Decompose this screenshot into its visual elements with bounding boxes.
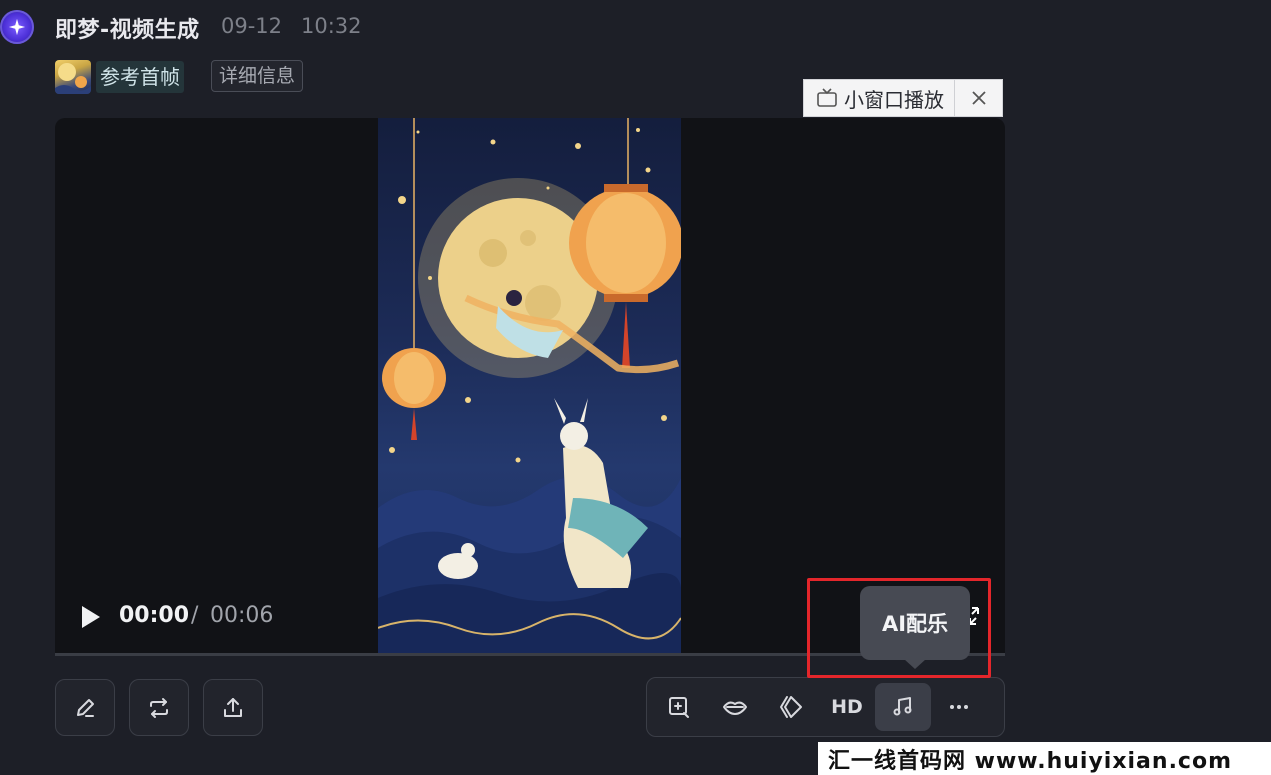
- app-name: 即梦-视频生成: [55, 18, 200, 43]
- mini-window-play[interactable]: 小窗口播放: [803, 79, 1003, 117]
- regenerate-button[interactable]: [129, 679, 189, 736]
- current-time: 00:00: [119, 603, 190, 628]
- sparkle-icon: [8, 18, 26, 36]
- add-frame-icon: [669, 697, 689, 718]
- edit-button[interactable]: [55, 679, 115, 736]
- detail-info-button[interactable]: 详细信息: [211, 60, 304, 92]
- video-poster: [378, 118, 681, 655]
- more-icon: [950, 705, 968, 709]
- play-icon[interactable]: [80, 604, 102, 630]
- add-frame-button[interactable]: [651, 683, 707, 731]
- lips-icon: [723, 701, 747, 715]
- hd-upscale-button[interactable]: HD: [819, 683, 875, 731]
- frame-interpolation-button[interactable]: [763, 683, 819, 731]
- reference-thumbnail[interactable]: [55, 60, 91, 94]
- pen-icon: [77, 698, 94, 717]
- time-separator: /: [191, 603, 199, 628]
- repeat-icon: [150, 697, 168, 718]
- close-icon: [971, 91, 986, 105]
- video-player[interactable]: [55, 118, 1005, 655]
- music-note-icon: [893, 697, 912, 716]
- mini-window-play-label: 小窗口播放: [844, 87, 944, 112]
- ai-music-button[interactable]: [875, 683, 931, 731]
- highlight-annotation: [807, 578, 991, 678]
- mini-window-play-button[interactable]: 小窗口播放: [804, 80, 955, 116]
- mini-window-close-button[interactable]: [955, 80, 1002, 116]
- diamond-icon: [780, 696, 802, 718]
- message-time: 10:32: [301, 14, 362, 38]
- hd-label: HD: [831, 696, 863, 718]
- more-button[interactable]: [931, 683, 987, 731]
- upload-icon: [224, 697, 242, 717]
- video-tools-group: HD: [646, 677, 1005, 737]
- reference-frame-label[interactable]: 参考首帧: [96, 61, 184, 93]
- tv-icon: [817, 88, 837, 107]
- watermark: 汇一线首码网 www.huiyixian.com: [818, 742, 1271, 775]
- lip-sync-button[interactable]: [707, 683, 763, 731]
- upload-button[interactable]: [203, 679, 263, 736]
- total-time: 00:06: [210, 603, 274, 628]
- message-date: 09-12: [221, 14, 283, 38]
- app-avatar: [0, 10, 34, 44]
